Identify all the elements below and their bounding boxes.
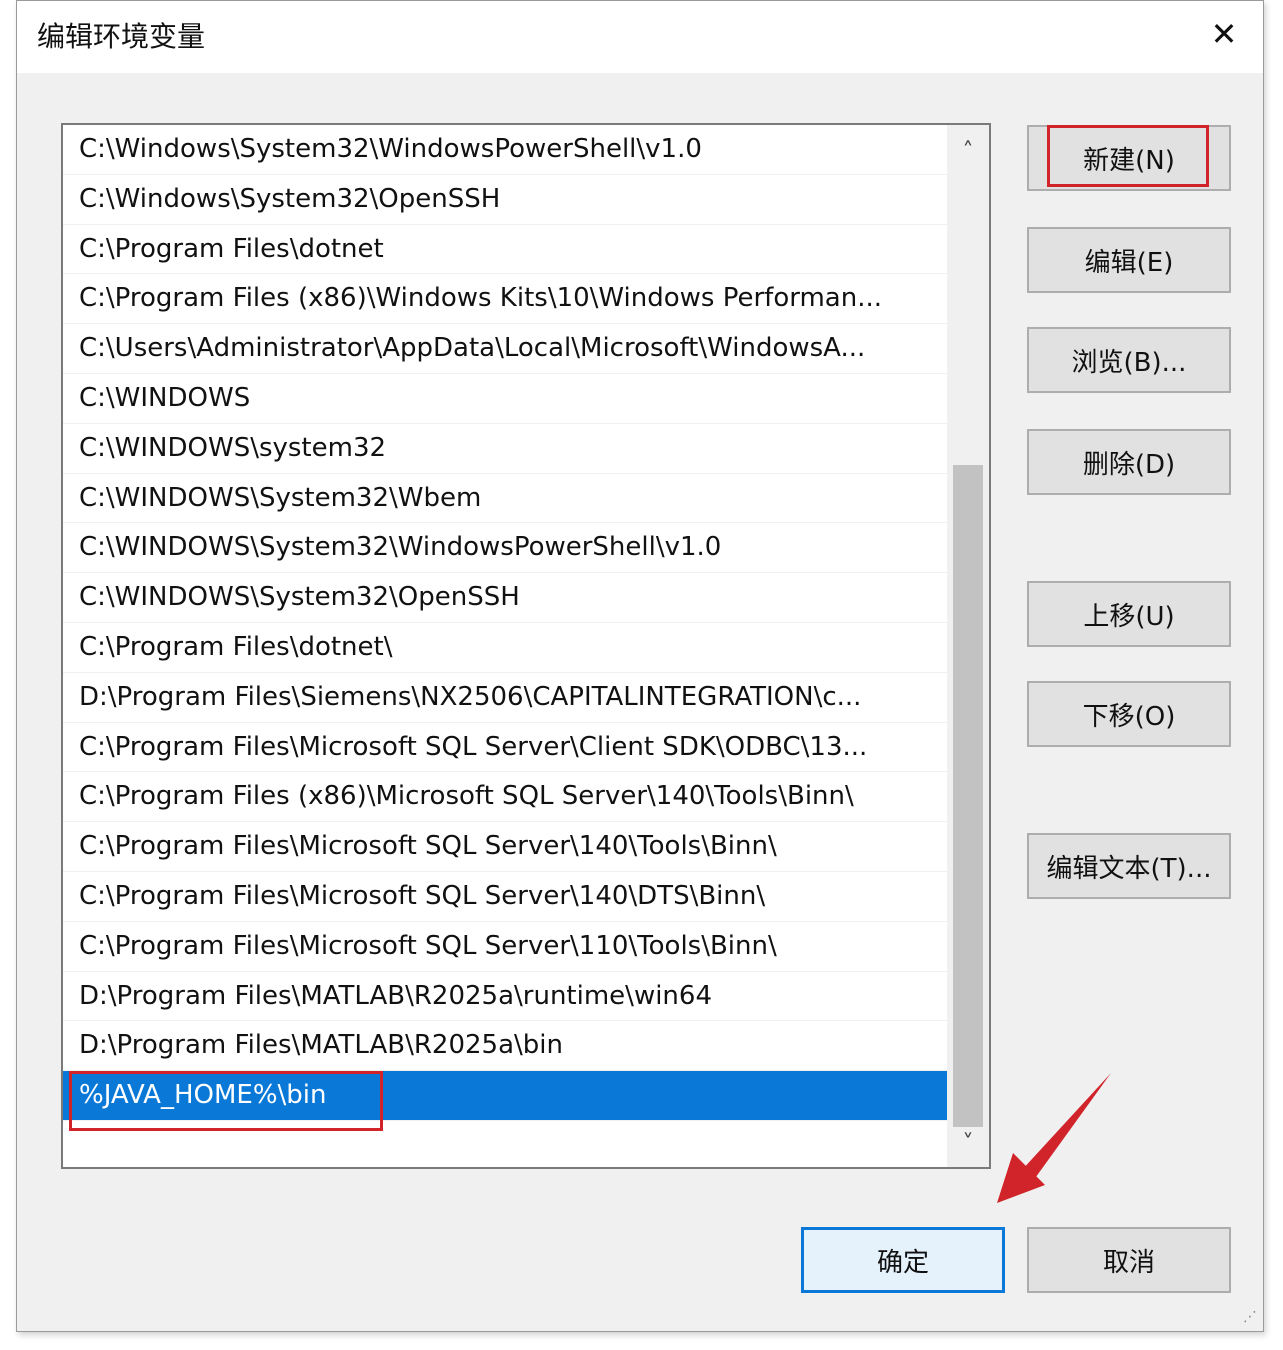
- path-listbox[interactable]: C:\Windows\System32\WindowsPowerShell\v1…: [61, 123, 991, 1169]
- path-list-item[interactable]: C:\WINDOWS\System32\WindowsPowerShell\v1…: [63, 523, 947, 574]
- move-up-button[interactable]: 上移(U): [1027, 581, 1231, 647]
- edit-button[interactable]: 编辑(E): [1027, 227, 1231, 293]
- path-list-item[interactable]: C:\WINDOWS\system32: [63, 424, 947, 474]
- ok-button[interactable]: 确定: [801, 1227, 1005, 1293]
- new-entry-annotation-box: [69, 1071, 383, 1131]
- path-list-item[interactable]: C:\Program Files (x86)\Windows Kits\10\W…: [63, 274, 947, 325]
- path-list-item[interactable]: D:\Program Files\MATLAB\R2025a\bin: [63, 1021, 947, 1072]
- close-icon[interactable]: ✕: [1201, 11, 1247, 57]
- path-list-item[interactable]: C:\Windows\System32\WindowsPowerShell\v1…: [63, 125, 947, 175]
- scroll-up-icon[interactable]: ˄: [947, 129, 989, 173]
- delete-button[interactable]: 删除(D): [1027, 429, 1231, 495]
- annotation-arrow-icon: [997, 1073, 1111, 1203]
- path-list-item[interactable]: C:\Users\Administrator\AppData\Local\Mic…: [63, 324, 947, 374]
- path-list-item[interactable]: C:\Program Files\Microsoft SQL Server\Cl…: [63, 723, 947, 773]
- scroll-thumb[interactable]: [953, 465, 983, 1127]
- path-list-item[interactable]: C:\Program Files\dotnet\: [63, 623, 947, 673]
- path-list-item[interactable]: C:\Program Files\Microsoft SQL Server\11…: [63, 922, 947, 972]
- title-bar: 编辑环境变量 ✕: [17, 1, 1263, 73]
- path-list-item[interactable]: C:\WINDOWS: [63, 374, 947, 424]
- edit-env-variable-dialog: 编辑环境变量 ✕ C:\Windows\System32\WindowsPowe…: [16, 0, 1264, 1332]
- new-button-annotation-box: [1047, 125, 1209, 187]
- dialog-title: 编辑环境变量: [37, 20, 206, 53]
- resize-grip-icon[interactable]: ⋰: [1243, 1309, 1257, 1325]
- cancel-button[interactable]: 取消: [1027, 1227, 1231, 1293]
- path-list-item[interactable]: C:\Program Files (x86)\Microsoft SQL Ser…: [63, 772, 947, 823]
- scroll-down-icon[interactable]: ˅: [947, 1121, 989, 1165]
- path-list-item[interactable]: D:\Program Files\MATLAB\R2025a\runtime\w…: [63, 972, 947, 1022]
- browse-button[interactable]: 浏览(B)...: [1027, 327, 1231, 393]
- path-list-item[interactable]: C:\Windows\System32\OpenSSH: [63, 175, 947, 225]
- vertical-scrollbar[interactable]: ˄ ˅: [947, 125, 989, 1167]
- move-down-button[interactable]: 下移(O): [1027, 681, 1231, 747]
- path-list-item[interactable]: D:\Program Files\Siemens\NX2506\CAPITALI…: [63, 673, 947, 723]
- edit-text-button[interactable]: 编辑文本(T)...: [1027, 833, 1231, 899]
- path-list-item[interactable]: C:\Program Files\Microsoft SQL Server\14…: [63, 822, 947, 872]
- path-list: C:\Windows\System32\WindowsPowerShell\v1…: [63, 125, 947, 1121]
- path-list-item[interactable]: C:\WINDOWS\System32\OpenSSH: [63, 573, 947, 623]
- path-list-item[interactable]: C:\WINDOWS\System32\Wbem: [63, 474, 947, 524]
- path-list-item[interactable]: C:\Program Files\Microsoft SQL Server\14…: [63, 872, 947, 922]
- path-list-item[interactable]: C:\Program Files\dotnet: [63, 225, 947, 275]
